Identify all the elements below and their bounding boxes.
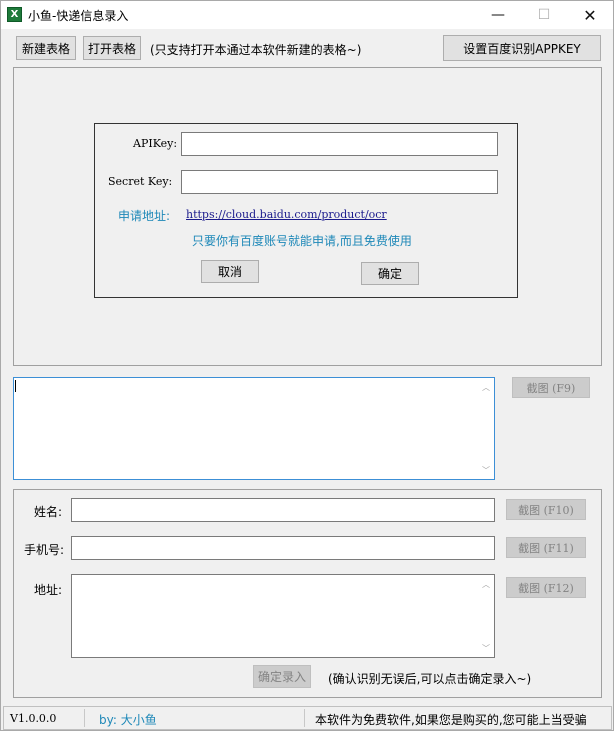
apikey-label: APIKey: xyxy=(133,137,178,150)
apikey-input[interactable] xyxy=(181,132,498,156)
confirm-button[interactable]: 确定 xyxy=(361,262,419,285)
maximize-button[interactable]: ☐ xyxy=(521,1,567,29)
secret-key-input[interactable] xyxy=(181,170,498,194)
phone-input[interactable] xyxy=(71,536,495,560)
status-separator xyxy=(84,709,85,727)
minimize-button[interactable]: — xyxy=(475,1,521,29)
capture-f11-button[interactable]: 截图 (F11) xyxy=(506,537,586,558)
new-table-button[interactable]: 新建表格 xyxy=(16,36,76,60)
apply-url-link[interactable]: https://cloud.baidu.com/product/ocr xyxy=(186,208,387,221)
open-table-note: (只支持打开本通过本软件新建的表格~) xyxy=(150,43,362,57)
capture-f9-button[interactable]: 截图 (F9) xyxy=(512,377,590,398)
address-textarea[interactable] xyxy=(71,574,495,658)
address-scroll-down-icon[interactable]: ﹀ xyxy=(482,643,610,654)
address-label: 地址: xyxy=(34,583,63,597)
excel-app-icon: X xyxy=(7,7,22,22)
cancel-button[interactable]: 取消 xyxy=(201,260,259,283)
submit-entry-button[interactable]: 确定录入 xyxy=(253,665,311,688)
text-cursor xyxy=(15,380,16,392)
version-text: V1.0.0.0 xyxy=(10,712,57,725)
capture-f12-button[interactable]: 截图 (F12) xyxy=(506,577,586,598)
title-bar[interactable]: X 小鱼-快递信息录入 — ☐ ✕ xyxy=(1,1,613,29)
phone-label: 手机号: xyxy=(24,543,65,557)
name-input[interactable] xyxy=(71,498,495,522)
apply-address-label: 申请地址: xyxy=(118,209,171,223)
open-table-button[interactable]: 打开表格 xyxy=(83,36,141,60)
free-software-notice: 本软件为免费软件,如果您是购买的,您可能上当受骗 xyxy=(315,713,587,727)
free-use-hint: 只要你有百度账号就能申请,而且免费使用 xyxy=(192,234,412,248)
capture-f10-button[interactable]: 截图 (F10) xyxy=(506,499,586,520)
author-text: by: 大小鱼 xyxy=(99,713,157,727)
status-bar: V1.0.0.0 by: 大小鱼 本软件为免费软件,如果您是购买的,您可能上当受… xyxy=(3,706,612,730)
secret-key-label: Secret Key: xyxy=(108,175,173,188)
set-appkey-button[interactable]: 设置百度识别APPKEY xyxy=(443,35,601,61)
name-label: 姓名: xyxy=(34,505,63,519)
app-window: X 小鱼-快递信息录入 — ☐ ✕ 新建表格 打开表格 (只支持打开本通过本软件… xyxy=(0,0,614,731)
close-button[interactable]: ✕ xyxy=(567,1,613,29)
window-title: 小鱼-快递信息录入 xyxy=(28,9,129,23)
scroll-down-arrow-icon[interactable]: ﹀ xyxy=(482,465,610,476)
submit-note: (确认识别无误后,可以点击确定录入~) xyxy=(328,672,532,686)
status-separator xyxy=(304,709,305,727)
ocr-result-textarea[interactable] xyxy=(13,377,495,480)
